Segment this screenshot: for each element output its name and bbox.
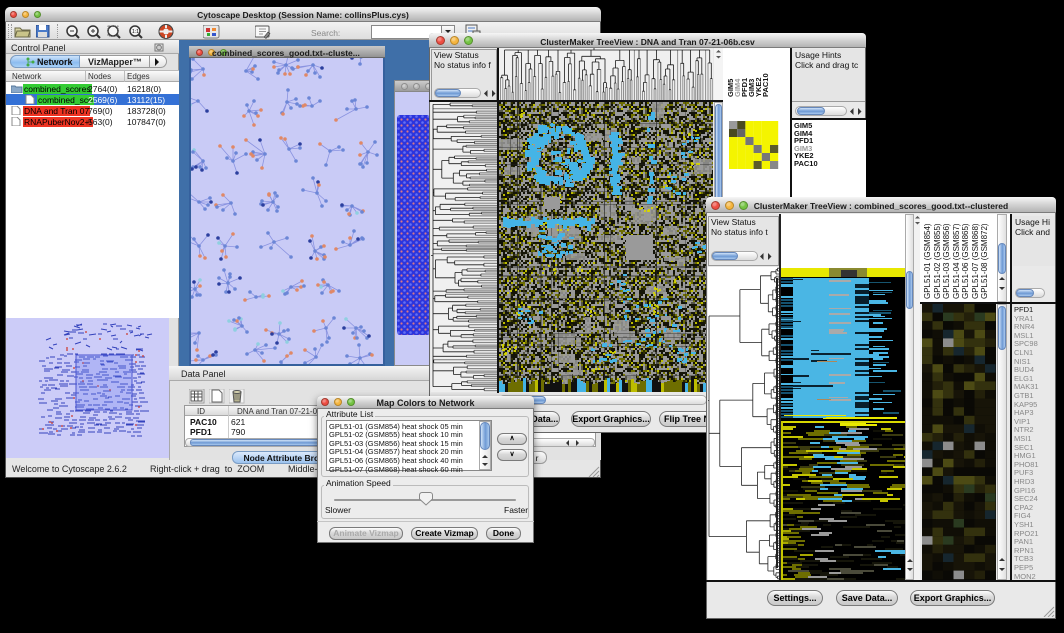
svg-text:1:1: 1:1 — [132, 29, 139, 35]
